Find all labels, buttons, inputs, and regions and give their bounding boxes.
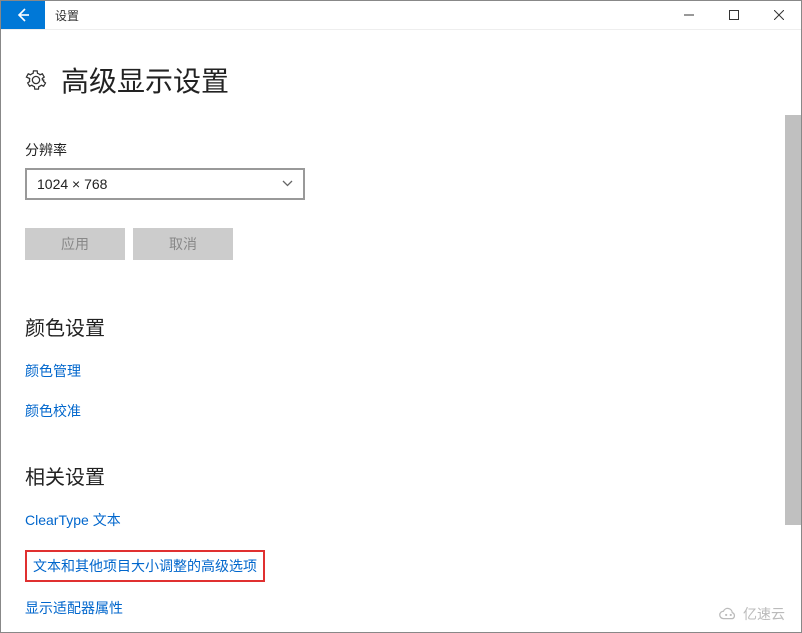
minimize-icon [684, 10, 694, 20]
link-cleartype[interactable]: ClearType 文本 [25, 510, 777, 530]
close-button[interactable] [756, 1, 801, 29]
link-color-calibrate[interactable]: 颜色校准 [25, 401, 777, 421]
page-heading-row: 高级显示设置 [25, 60, 777, 100]
maximize-icon [729, 10, 739, 20]
page-title: 高级显示设置 [61, 60, 229, 100]
watermark: 亿速云 [717, 604, 785, 624]
related-section-heading: 相关设置 [25, 461, 777, 490]
titlebar-spacer [89, 1, 666, 29]
resolution-dropdown[interactable]: 1024 × 768 [25, 168, 305, 200]
cancel-button[interactable]: 取消 [133, 228, 233, 260]
link-text-size-advanced[interactable]: 文本和其他项目大小调整的高级选项 [33, 556, 257, 576]
window-title: 设置 [45, 1, 89, 29]
chevron-down-icon [282, 178, 293, 190]
highlighted-link-box: 文本和其他项目大小调整的高级选项 [25, 550, 265, 582]
color-section-heading: 颜色设置 [25, 312, 777, 341]
scrollbar-thumb[interactable] [785, 115, 801, 525]
title-bar: 设置 [1, 1, 801, 30]
apply-button[interactable]: 应用 [25, 228, 125, 260]
watermark-text: 亿速云 [743, 604, 785, 624]
link-color-manage[interactable]: 颜色管理 [25, 361, 777, 381]
back-button[interactable] [1, 1, 45, 29]
resolution-value: 1024 × 768 [37, 176, 107, 192]
gear-icon [25, 69, 47, 91]
content-area: 高级显示设置 分辨率 1024 × 768 应用 取消 颜色设置 颜色管理 颜色… [1, 30, 801, 632]
resolution-label: 分辨率 [25, 140, 777, 160]
maximize-button[interactable] [711, 1, 756, 29]
minimize-button[interactable] [666, 1, 711, 29]
button-row: 应用 取消 [25, 228, 777, 260]
arrow-left-icon [15, 7, 31, 23]
cloud-icon [717, 605, 739, 623]
link-adapter-properties[interactable]: 显示适配器属性 [25, 598, 777, 618]
close-icon [774, 10, 784, 20]
